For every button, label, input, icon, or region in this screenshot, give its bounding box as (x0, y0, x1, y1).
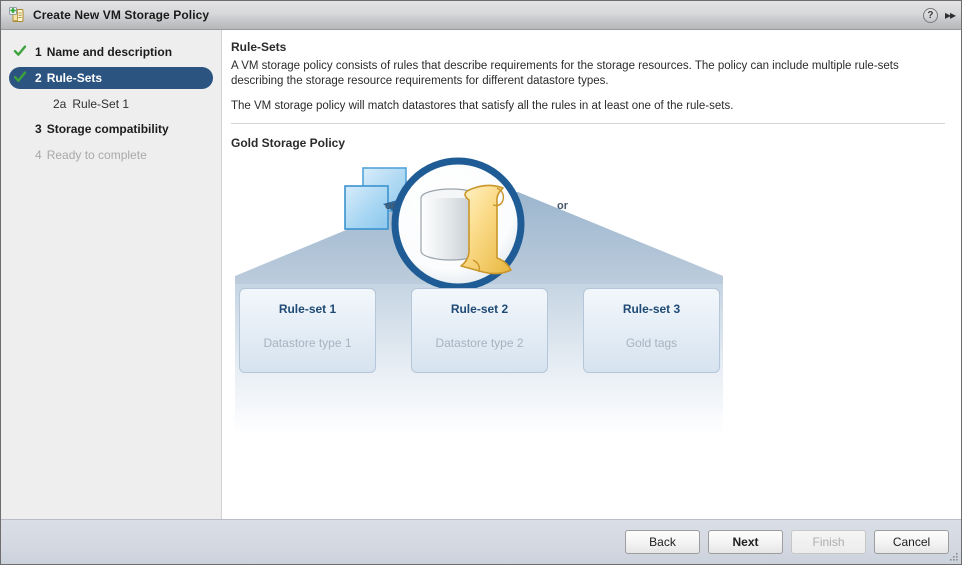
rule-set-subtitle: Datastore type 1 (263, 336, 352, 350)
rule-set-subtitle: Gold tags (625, 336, 678, 350)
next-button[interactable]: Next (708, 530, 783, 554)
sidebar-item-rule-set-1[interactable]: 2a Rule-Set 1 (9, 93, 213, 115)
rule-set-title: Rule-set 2 (450, 302, 509, 316)
rule-set-title: Rule-set 3 (622, 302, 681, 316)
step-number: 3 (35, 122, 42, 136)
step-number: 1 (35, 45, 42, 59)
help-icon[interactable]: ? (922, 7, 938, 23)
description-paragraph-1: A VM storage policy consists of rules th… (231, 60, 899, 87)
sidebar-item-storage-compatibility[interactable]: 3 Storage compatibility (9, 118, 213, 140)
window-titlebar: Create New VM Storage Policy ? ▸▸ (1, 1, 961, 30)
step-label: Ready to complete (46, 148, 147, 162)
or-separator-1: or (385, 200, 396, 212)
policy-name-label: Gold Storage Policy (231, 136, 346, 150)
step-number: 2a (53, 97, 67, 111)
description-paragraph-2: The VM storage policy will match datasto… (231, 100, 734, 112)
rule-set-subtitle: Datastore type 2 (435, 336, 524, 350)
finish-button: Finish (791, 530, 866, 554)
step-label: Rule-Sets (46, 71, 103, 85)
window-title: Create New VM Storage Policy (33, 8, 210, 22)
create-vm-storage-policy-dialog: Create New VM Storage Policy ? ▸▸ 1 Name… (0, 0, 962, 565)
step-label: Rule-Set 1 (72, 97, 130, 111)
sidebar-item-name-and-description[interactable]: 1 Name and description (9, 41, 213, 63)
step-number: 4 (35, 148, 42, 162)
titlebar-controls: ? ▸▸ (922, 7, 956, 23)
checkmark-icon (13, 70, 27, 84)
cancel-button[interactable]: Cancel (874, 530, 949, 554)
content-panel: Rule-Sets A VM storage policy consists o… (223, 30, 961, 519)
dialog-footer: Back Next Finish Cancel (1, 519, 961, 564)
rule-set-card-2[interactable]: Rule-set 2 Datastore type 2 (411, 288, 548, 373)
back-button[interactable]: Back (625, 530, 700, 554)
sidebar-item-rule-sets[interactable]: 2 Rule-Sets (9, 67, 213, 89)
divider (231, 123, 945, 124)
rule-set-card-1[interactable]: Rule-set 1 Datastore type 1 (239, 288, 376, 373)
rule-set-title: Rule-set 1 (278, 302, 337, 316)
sidebar-item-ready-to-complete: 4 Ready to complete (9, 144, 213, 166)
step-number: 2 (35, 71, 42, 85)
step-label: Storage compatibility (46, 122, 169, 136)
wizard-step-sidebar: 1 Name and description 2 Rule-Sets 2a Ru… (1, 30, 222, 519)
resize-grip[interactable] (947, 550, 959, 562)
rule-sets-diagram: Rule-set 1 Datastore type 1 or Rule-set … (233, 156, 725, 436)
collapse-chevron-icon[interactable]: ▸▸ (945, 9, 956, 21)
new-policy-icon (8, 6, 26, 24)
step-label: Name and description (46, 45, 173, 59)
checkmark-icon (13, 44, 27, 58)
rule-set-card-3[interactable]: Rule-set 3 Gold tags (583, 288, 720, 373)
page-title: Rule-Sets (231, 40, 287, 54)
or-separator-2: or (557, 200, 568, 212)
